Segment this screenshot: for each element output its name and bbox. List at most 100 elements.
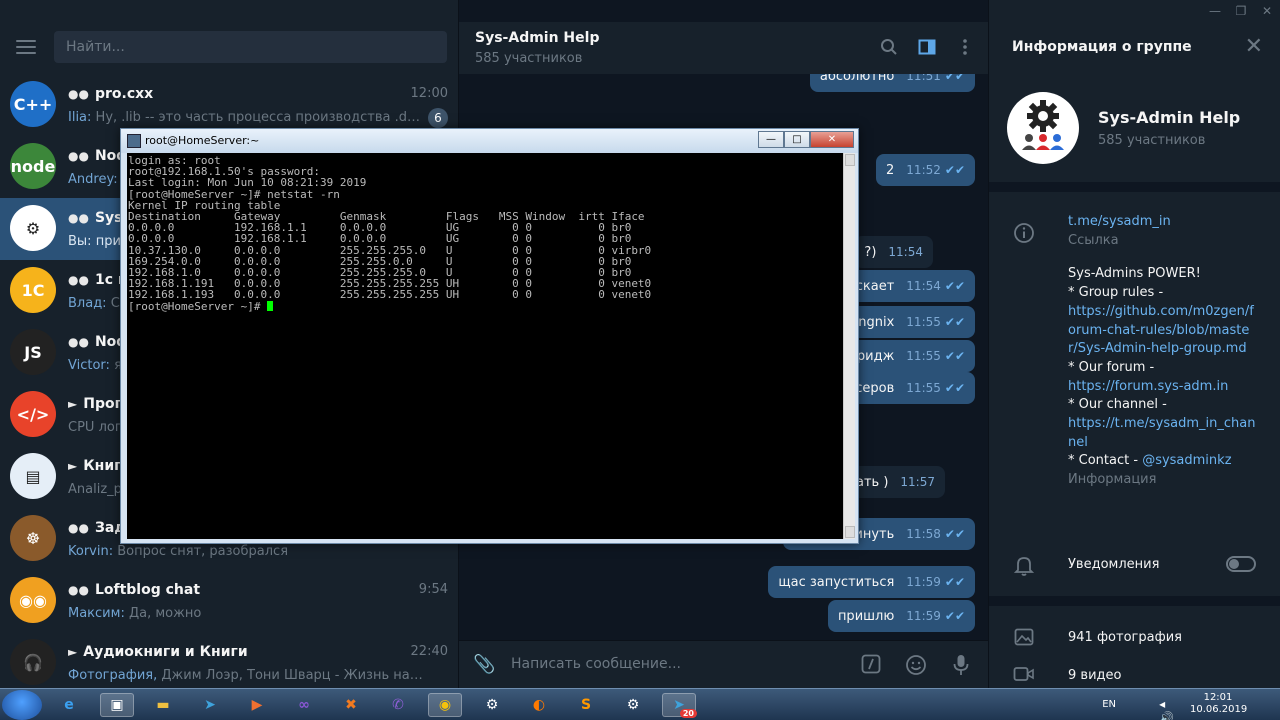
more-icon[interactable] xyxy=(955,38,975,58)
message-bubble[interactable]: ?) 11:54 xyxy=(854,236,933,268)
message-bubble[interactable]: ngnix 11:55 ✔✔ xyxy=(848,306,975,338)
group-icon: ●● xyxy=(68,87,89,101)
chrome-icon[interactable]: ◉ xyxy=(428,693,462,717)
visual-studio-icon[interactable]: ∞ xyxy=(287,693,321,717)
read-checkmark-icon: ✔✔ xyxy=(944,349,965,363)
desc-line: * Contact - @sysadminkz xyxy=(1068,452,1258,471)
putty-close-button[interactable]: ✕ xyxy=(810,131,854,148)
photos-count[interactable]: 941 фотография xyxy=(1068,629,1258,648)
steam-icon-2[interactable]: ⚙ xyxy=(616,693,650,717)
notifications-toggle[interactable] xyxy=(1226,556,1256,572)
internet-explorer-icon[interactable]: e xyxy=(52,693,86,717)
terminal-line-text: [root@HomeServer ~]# xyxy=(128,299,268,313)
chat-preview: Максим: Да, можно xyxy=(68,606,423,621)
group-description: t.me/sysadm_in Ссылка Sys-Admins POWER! … xyxy=(1068,213,1258,490)
maximize-icon[interactable]: ❐ xyxy=(1228,0,1254,22)
read-checkmark-icon: ✔✔ xyxy=(944,74,965,83)
putty-minimize-button[interactable]: — xyxy=(758,131,784,148)
putty-title: root@HomeServer:~ xyxy=(145,134,260,147)
attach-icon[interactable]: 📎 xyxy=(473,654,495,675)
desc-line: * Our forum - xyxy=(1068,359,1155,375)
firefox-icon[interactable]: ◐ xyxy=(522,693,556,717)
group-info-title: Информация о группе xyxy=(1012,39,1192,55)
viber-icon[interactable]: ✆ xyxy=(381,693,415,717)
channel-link[interactable]: https://t.me/sysadm_in_channel xyxy=(1068,415,1258,452)
message-bubble[interactable]: абсолютно 11:51 ✔✔ xyxy=(809,74,975,92)
message-time: 11:55 xyxy=(906,381,941,395)
menu-icon[interactable] xyxy=(16,40,36,54)
telegram-active-icon[interactable]: ➤ 20 xyxy=(662,693,697,718)
clock[interactable]: 12:01 10.06.2019 xyxy=(1190,692,1248,716)
videos-count[interactable]: 9 видео xyxy=(1068,667,1258,686)
rules-link[interactable]: https://github.com/m0zgen/forum-chat-rul… xyxy=(1068,303,1258,359)
read-checkmark-icon: ✔✔ xyxy=(944,575,965,589)
message-bubble[interactable]: скает 11:54 ✔✔ xyxy=(845,270,975,302)
chat-title: Sys-Admin Help xyxy=(475,30,600,46)
terminal-output[interactable]: login as: root root@192.168.1.50's passwo… xyxy=(127,153,843,539)
chat-item[interactable]: 🎧 ► Аудиокниги и Книги 22:40 Фотография, Джи… xyxy=(0,632,458,694)
media-player-icon[interactable]: ▶ xyxy=(240,693,274,717)
putty-maximize-button[interactable]: □ xyxy=(784,131,810,148)
close-icon[interactable]: ✕ xyxy=(1245,34,1263,59)
message-input[interactable]: Написать сообщение... xyxy=(511,656,681,672)
window-controls: — ❐ ✕ xyxy=(1202,0,1280,22)
group-icon: ●● xyxy=(68,149,89,163)
scroll-up-arrow-icon[interactable] xyxy=(845,154,855,166)
close-window-icon[interactable]: ✕ xyxy=(1254,0,1280,22)
message-text: серов xyxy=(855,381,895,396)
sidebar-toggle-icon[interactable] xyxy=(917,38,937,58)
message-bubble[interactable]: серов 11:55 ✔✔ xyxy=(845,372,975,404)
message-text: скает xyxy=(855,279,895,294)
contact-link[interactable]: @sysadminkz xyxy=(1142,453,1231,468)
chat-header[interactable]: Sys-Admin Help 585 участников xyxy=(459,22,989,74)
left-header: Найти... xyxy=(0,22,458,74)
clock-date: 10.06.2019 xyxy=(1190,704,1248,715)
group-info-panel: Информация о группе ✕ Sys-Admin Help 585… xyxy=(988,0,1280,688)
message-bubble[interactable]: 2 11:52 ✔✔ xyxy=(876,154,975,186)
search-icon[interactable] xyxy=(879,38,899,58)
photo-icon xyxy=(1013,627,1035,649)
minimize-icon[interactable]: — xyxy=(1202,0,1228,22)
putty-icon xyxy=(127,134,141,148)
telegram-icon[interactable]: ➤ xyxy=(193,693,227,717)
group-info-header: Информация о группе ✕ xyxy=(989,22,1280,74)
sublime-text-icon[interactable]: S xyxy=(569,693,603,717)
steam-icon[interactable]: ⚙ xyxy=(475,693,509,717)
putty-titlebar[interactable]: root@HomeServer:~ — □ ✕ xyxy=(121,129,858,153)
chat-name: ●● Loftblog chat xyxy=(68,582,200,598)
message-text: щас запуститься xyxy=(778,575,895,590)
chat-item[interactable]: C++ ●● pro.cxx 12:00 Ilia: Hy, .lib -- это ч… xyxy=(0,74,458,136)
chat-preview-sender: Andrey: xyxy=(68,172,118,187)
putty-window[interactable]: root@HomeServer:~ — □ ✕ login as: root ro… xyxy=(120,128,859,544)
message-time: 11:55 xyxy=(906,315,941,329)
message-bubble[interactable]: щас запуститься 11:59 ✔✔ xyxy=(768,566,975,598)
terminal-scrollbar[interactable] xyxy=(843,153,855,539)
language-indicator[interactable]: EN xyxy=(1102,699,1116,710)
group-icon: ●● xyxy=(68,583,89,597)
group-avatar[interactable] xyxy=(1007,92,1079,164)
microphone-icon[interactable] xyxy=(953,654,969,681)
chat-preview-sender: Korvin: xyxy=(68,544,114,559)
search-input[interactable]: Найти... xyxy=(54,31,447,63)
info-icon xyxy=(1013,222,1035,244)
putty-taskbar-icon[interactable]: ▣ xyxy=(100,693,134,717)
file-explorer-icon[interactable]: ▬ xyxy=(146,693,180,717)
message-text: 2 xyxy=(886,163,895,178)
chat-item[interactable]: ◉◉ ●● Loftblog chat 9:54 Максим: Да, можно xyxy=(0,570,458,632)
emoji-icon[interactable] xyxy=(905,654,927,681)
chat-members-count: 585 участников xyxy=(475,51,583,66)
message-bubble[interactable]: ридж 11:55 ✔✔ xyxy=(846,340,975,372)
unread-badge: 6 xyxy=(428,108,448,128)
xampp-icon[interactable]: ✖ xyxy=(334,693,368,717)
scroll-down-arrow-icon[interactable] xyxy=(845,526,855,538)
message-bubble[interactable]: пришлю 11:59 ✔✔ xyxy=(827,600,975,632)
divider xyxy=(989,596,1280,606)
group-link[interactable]: t.me/sysadm_in xyxy=(1068,213,1258,232)
chat-avatar: C++ xyxy=(10,81,56,127)
read-checkmark-icon: ✔✔ xyxy=(944,279,965,293)
command-icon[interactable] xyxy=(861,654,881,679)
chat-preview-sender: Victor: xyxy=(68,358,110,373)
start-button[interactable] xyxy=(2,690,42,720)
forum-link[interactable]: https://forum.sys-adm.in xyxy=(1068,378,1258,397)
tray-icons[interactable]: ◂ 🔊 ⚑ ▮ xyxy=(1159,697,1174,720)
